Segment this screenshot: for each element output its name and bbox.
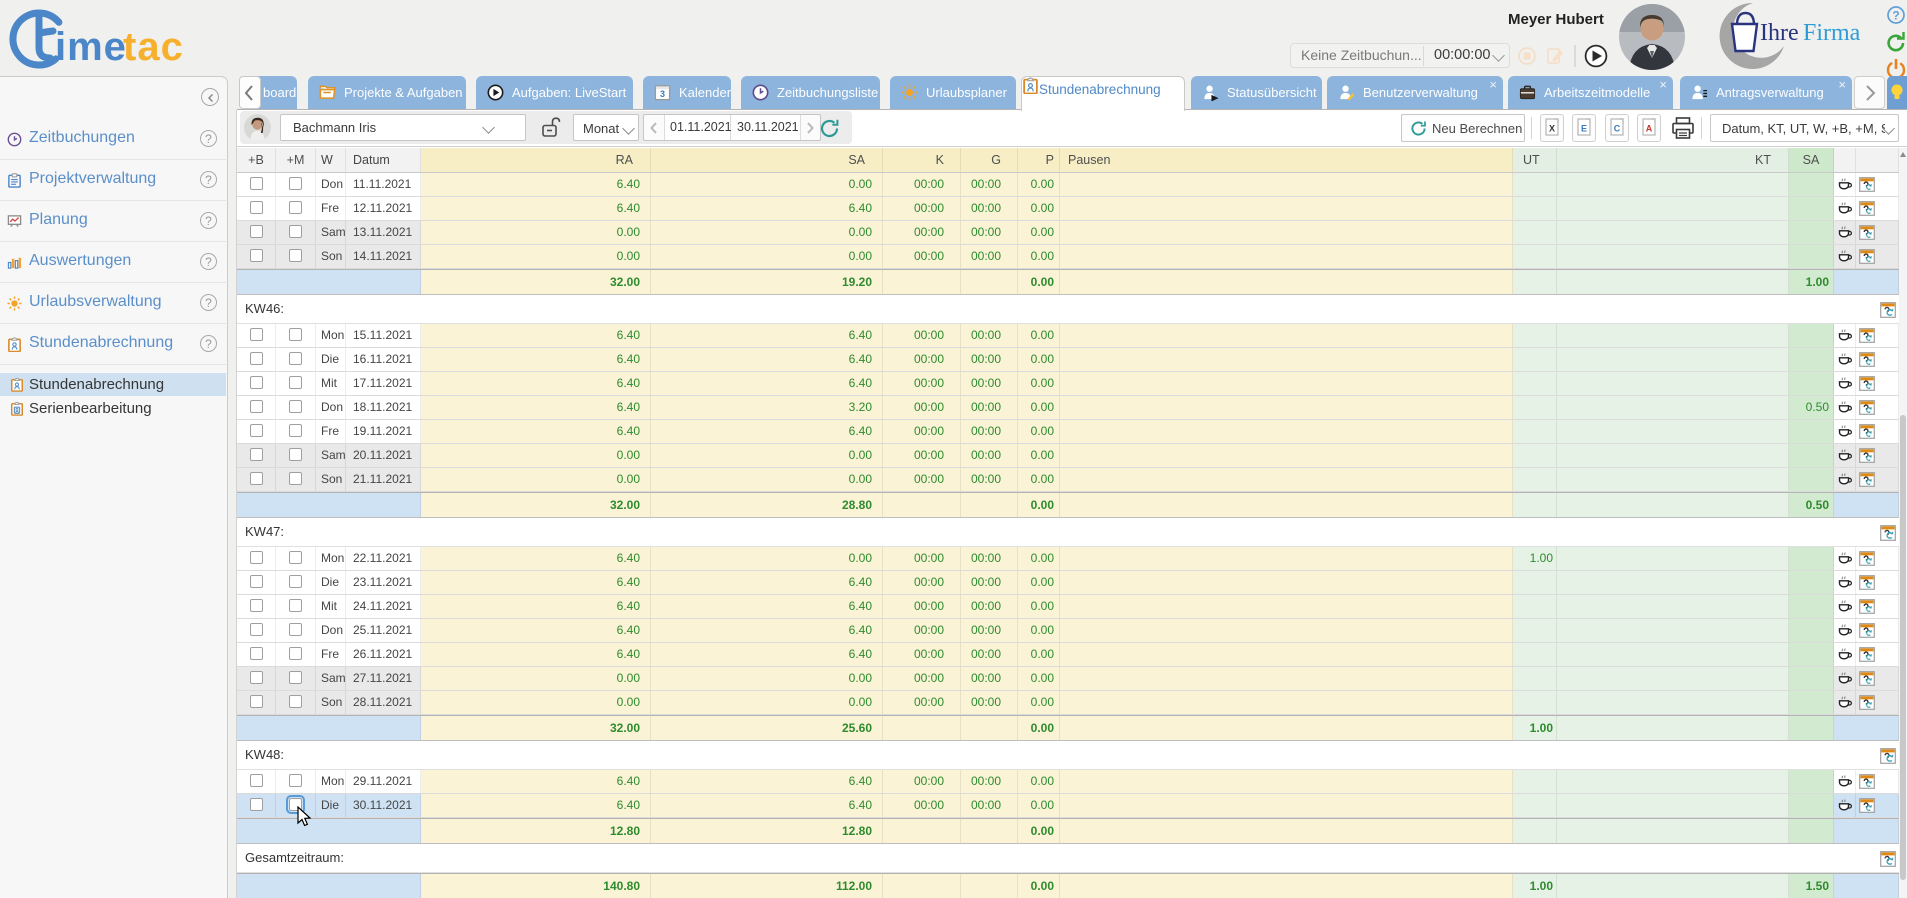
svg-text:tac: tac [123,25,184,69]
svg-text:E: E [1581,124,1587,134]
svg-text:3: 3 [660,89,665,99]
svg-text:C: C [1614,124,1621,134]
svg-text:?: ? [1892,9,1899,23]
svg-text:X: X [1549,124,1555,134]
svg-text:A: A [1646,124,1653,134]
svg-text:Firma: Firma [1803,20,1861,46]
svg-text:Ihre: Ihre [1760,20,1799,46]
svg-text:ime: ime [55,25,127,69]
